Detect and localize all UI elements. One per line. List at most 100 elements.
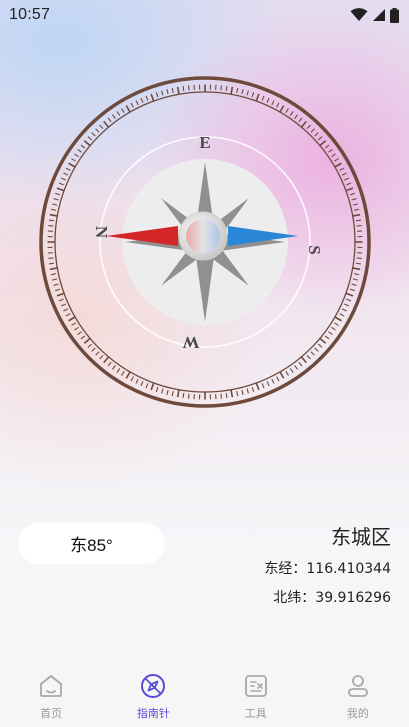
degree-tick — [166, 389, 169, 395]
degree-tick — [341, 172, 347, 176]
degree-tick — [95, 351, 100, 356]
degree-tick — [355, 219, 362, 222]
degree-tick — [58, 298, 64, 302]
degree-tick — [182, 392, 185, 399]
degree-tick — [111, 114, 116, 119]
degree-tick — [145, 383, 149, 389]
degree-tick — [121, 371, 125, 376]
degree-tick — [306, 354, 311, 360]
degree-tick — [334, 322, 339, 326]
degree-tick — [298, 361, 303, 367]
degree-tick — [121, 108, 125, 113]
degree-tick — [298, 117, 303, 123]
degree-tick — [356, 224, 362, 227]
degree-tick — [107, 117, 112, 123]
degree-tick — [344, 177, 350, 181]
degree-tick — [255, 382, 260, 391]
degree-tick — [279, 105, 285, 113]
nav-item-compass[interactable]: 指南针 — [113, 664, 193, 721]
degree-tick — [279, 371, 285, 379]
degree-tick — [171, 391, 174, 397]
degree-tick — [354, 208, 360, 211]
degree-tick — [349, 192, 355, 196]
degree-tick — [225, 85, 228, 92]
degree-tick — [77, 331, 82, 336]
degree-tick — [171, 87, 174, 93]
degree-tick — [130, 376, 134, 382]
degree-tick — [339, 313, 345, 317]
degree-tick — [87, 343, 93, 348]
degree-tick — [341, 308, 347, 312]
degree-tick — [261, 383, 265, 389]
nav-label-compass: 指南针 — [136, 707, 170, 720]
degree-tick — [294, 365, 299, 370]
degree-tick — [130, 102, 134, 108]
degree-tick — [68, 316, 76, 322]
battery-icon — [390, 7, 399, 23]
dial-letter-west: W — [183, 333, 200, 352]
degree-tick — [83, 337, 91, 344]
degree-tick — [324, 144, 330, 149]
degree-tick — [346, 298, 352, 302]
nav-item-tools[interactable]: 工具 — [216, 664, 296, 721]
longitude-value: 东经：116.410344 — [264, 561, 391, 577]
degree-tick — [261, 95, 265, 101]
degree-tick — [246, 90, 249, 96]
degree-tick — [331, 153, 336, 158]
degree-tick — [91, 132, 96, 137]
degree-tick — [150, 382, 155, 391]
degree-tick — [80, 335, 86, 340]
degree-tick — [255, 93, 260, 102]
wifi-icon — [350, 8, 368, 21]
degree-tick — [50, 208, 56, 211]
degree-tick — [91, 347, 96, 352]
degree-tick — [52, 203, 58, 206]
degree-tick — [236, 391, 239, 397]
degree-tick — [60, 303, 66, 307]
degree-tick — [236, 87, 239, 93]
degree-tick — [317, 343, 323, 348]
degree-tick — [289, 368, 294, 373]
degree-tick — [266, 97, 270, 103]
degree-tick — [271, 378, 275, 384]
degree-tick — [285, 371, 289, 376]
degree-tick — [310, 351, 315, 356]
degree-tick — [140, 381, 144, 387]
degree-tick — [339, 167, 345, 171]
degree-tick — [49, 267, 58, 271]
needle-hub — [186, 219, 220, 253]
degree-tick — [74, 153, 79, 158]
degree-tick — [80, 144, 86, 149]
degree-tick — [276, 376, 280, 382]
degree-tick — [266, 381, 270, 387]
cellular-signal-icon — [373, 9, 385, 21]
degree-tick — [107, 361, 112, 367]
degree-tick — [116, 111, 121, 116]
compass-icon — [141, 674, 166, 698]
degree-tick — [176, 86, 180, 95]
degree-tick — [344, 303, 350, 307]
compass-graphic: E N S W — [39, 76, 371, 408]
nav-item-home[interactable]: 首页 — [11, 664, 91, 721]
degree-tick — [300, 356, 307, 364]
degree-tick — [352, 278, 358, 281]
degree-tick — [65, 313, 71, 317]
degree-tick — [53, 198, 59, 201]
nav-item-profile[interactable]: 我的 — [318, 664, 398, 721]
degree-tick — [314, 132, 319, 137]
degree-tick — [103, 356, 110, 364]
degree-tick — [60, 177, 66, 181]
degree-tick — [111, 365, 116, 370]
degree-tick — [345, 187, 354, 192]
degree-tick — [345, 292, 354, 297]
heading-display: 东85° — [18, 523, 165, 564]
degree-tick — [220, 393, 223, 399]
degree-tick — [220, 85, 223, 91]
degree-tick — [352, 213, 361, 217]
degree-tick — [317, 136, 323, 141]
degree-tick — [99, 354, 104, 360]
degree-tick — [319, 337, 327, 344]
location-info: 东城区 东经：116.410344 北纬：39.916296 — [264, 522, 391, 608]
degree-tick — [251, 386, 255, 392]
degree-tick — [125, 371, 131, 379]
